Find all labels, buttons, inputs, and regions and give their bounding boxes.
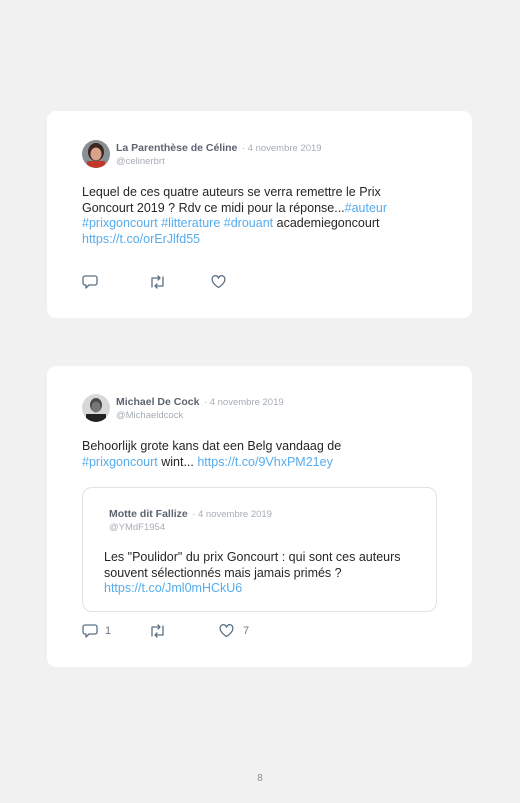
tweet-date: · 4 novembre 2019 — [203, 397, 284, 408]
quote-header: Motte dit Fallize · 4 novembre 2019 @YMd… — [109, 506, 272, 534]
like-button[interactable] — [211, 274, 226, 289]
author-name[interactable]: Michael De Cock — [116, 396, 199, 408]
url-link[interactable]: https://t.co/9VhxPM21ey — [197, 455, 333, 469]
quoted-tweet[interactable]: Motte dit Fallize · 4 novembre 2019 @YMd… — [82, 487, 437, 612]
author-handle[interactable]: @Michaeldcock — [116, 409, 284, 422]
author-name[interactable]: La Parenthèse de Céline — [116, 142, 237, 154]
tweet-date: · 4 novembre 2019 — [241, 143, 322, 154]
text-part: Behoorlijk grote kans dat een Belg vanda… — [82, 439, 342, 453]
text-part: Les "Poulidor" du prix Goncourt : qui so… — [104, 550, 401, 580]
hashtag-link[interactable]: #auteur — [345, 201, 387, 215]
page-number: 8 — [257, 773, 263, 784]
retweet-button[interactable] — [149, 623, 219, 638]
tweet-text: Lequel de ces quatre auteurs se verra re… — [82, 185, 422, 247]
tweet-header: Michael De Cock · 4 novembre 2019 @Micha… — [82, 394, 284, 422]
author-handle[interactable]: @celinerbrt — [116, 155, 322, 168]
reply-icon — [82, 624, 98, 638]
tweet-card: La Parenthèse de Céline · 4 novembre 201… — [47, 111, 472, 318]
tweet-header: La Parenthèse de Céline · 4 novembre 201… — [82, 140, 322, 168]
retweet-button[interactable] — [149, 274, 211, 289]
hashtag-link[interactable]: #prixgoncourt — [82, 455, 158, 469]
like-button[interactable]: 7 — [219, 623, 250, 638]
text-part: wint... — [157, 454, 198, 469]
avatar[interactable] — [82, 394, 110, 422]
hashtag-link[interactable]: #drouant — [224, 216, 273, 230]
reply-button[interactable]: 1 — [82, 623, 149, 638]
url-link[interactable]: https://t.co/Jml0mHCkU6 — [104, 581, 242, 595]
retweet-icon — [151, 274, 164, 289]
like-count: 7 — [243, 624, 250, 637]
reply-icon — [82, 275, 98, 289]
like-icon — [219, 623, 234, 637]
quote-author-name[interactable]: Motte dit Fallize — [109, 508, 188, 520]
tweet-actions: 1 7 — [82, 623, 249, 638]
quote-date: · 4 novembre 2019 — [192, 509, 272, 520]
text-part: Lequel de ces quatre auteurs se verra re… — [82, 185, 381, 215]
like-icon — [211, 274, 226, 288]
tweet-text: Behoorlijk grote kans dat een Belg vanda… — [82, 439, 382, 470]
url-link[interactable]: https://t.co/orErJlfd55 — [82, 232, 200, 246]
quote-author-handle[interactable]: @YMdF1954 — [109, 521, 272, 534]
quote-text: Les "Poulidor" du prix Goncourt : qui so… — [104, 550, 414, 597]
tweet-card: Michael De Cock · 4 novembre 2019 @Micha… — [47, 366, 472, 667]
reply-count: 1 — [105, 624, 112, 637]
retweet-icon — [151, 623, 164, 638]
text-part: academiegoncourt — [273, 216, 380, 230]
avatar[interactable] — [82, 140, 110, 168]
hashtag-link[interactable]: #litterature — [161, 216, 220, 230]
reply-button[interactable] — [82, 274, 149, 289]
tweet-actions — [82, 274, 226, 289]
hashtag-link[interactable]: #prixgoncourt — [82, 216, 158, 230]
